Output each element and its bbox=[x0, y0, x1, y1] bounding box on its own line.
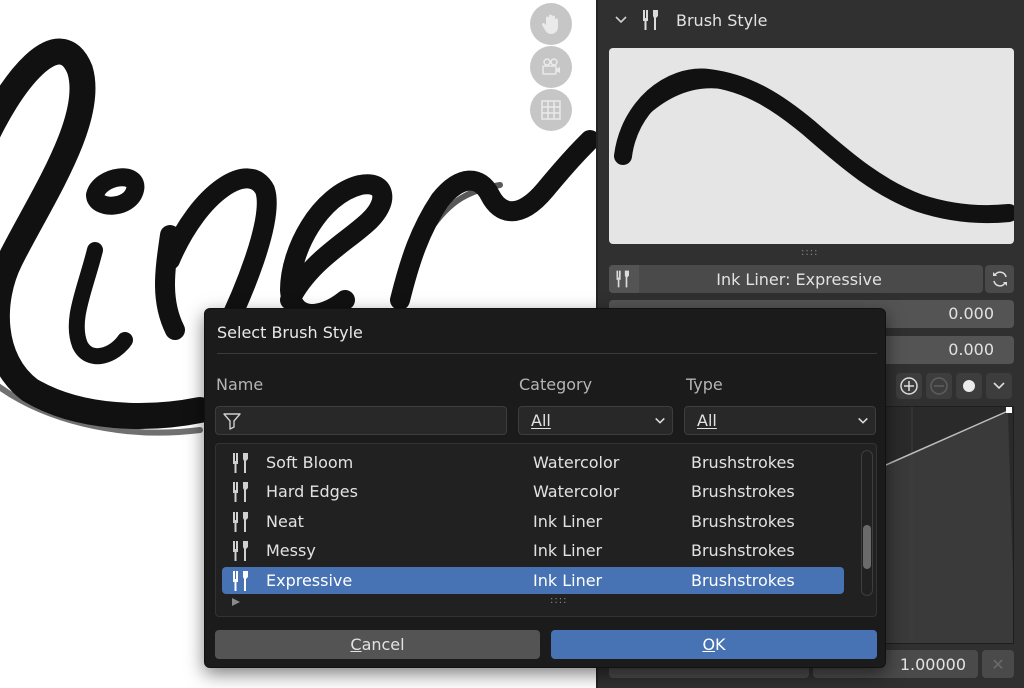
curve-options-dropdown[interactable] bbox=[986, 373, 1012, 399]
dialog-title: Select Brush Style bbox=[217, 323, 363, 342]
chevron-down-icon bbox=[615, 16, 627, 24]
category-filter-value: All bbox=[531, 411, 551, 430]
ok-button-mnemonic: O bbox=[702, 635, 716, 654]
category-filter-dropdown[interactable]: All bbox=[518, 406, 673, 435]
brush-icon bbox=[233, 482, 248, 502]
brush-stroke-preview-image bbox=[614, 68, 1014, 224]
select-brush-style-dialog: Select Brush Style Name Category Type Al… bbox=[204, 308, 886, 668]
list-resize-grip[interactable]: :::: bbox=[550, 595, 567, 606]
list-scrollbar[interactable] bbox=[861, 450, 873, 596]
type-filter-dropdown[interactable]: All bbox=[684, 406, 876, 435]
item-category: Ink Liner bbox=[533, 512, 603, 531]
brush-name-label: Ink Liner: Expressive bbox=[716, 269, 882, 289]
brush-icon bbox=[233, 541, 248, 561]
zoom-out-button[interactable] bbox=[926, 373, 952, 399]
list-expand-triangle-icon[interactable] bbox=[232, 598, 240, 606]
item-type: Brushstrokes bbox=[691, 453, 795, 472]
app-root: Brush Style :::: Ink Liner: Expressive 0… bbox=[0, 0, 1024, 688]
item-category: Ink Liner bbox=[533, 541, 603, 560]
curve-tools bbox=[896, 372, 1012, 400]
hand-icon bbox=[541, 14, 558, 34]
brush-icon bbox=[233, 512, 248, 532]
curve-delete-point-button[interactable]: ✕ bbox=[982, 650, 1014, 678]
item-name: Expressive bbox=[266, 571, 353, 590]
list-item-selected[interactable]: Expressive Ink Liner Brushstrokes bbox=[222, 567, 844, 594]
camera-view-button[interactable] bbox=[530, 46, 572, 88]
filter-icon bbox=[223, 412, 241, 430]
curve-point-button[interactable] bbox=[956, 373, 982, 399]
chevron-down-icon bbox=[993, 382, 1005, 390]
type-filter-value: All bbox=[697, 411, 717, 430]
brush-style-list[interactable]: Soft Bloom Watercolor Brushstrokes Hard … bbox=[215, 443, 877, 617]
zoom-in-button[interactable] bbox=[896, 373, 922, 399]
column-header-name: Name bbox=[216, 375, 264, 394]
zoom-in-icon bbox=[900, 377, 918, 395]
refresh-brush-button[interactable] bbox=[985, 265, 1014, 293]
item-type: Brushstrokes bbox=[691, 482, 795, 501]
item-category: Watercolor bbox=[533, 453, 620, 472]
chevron-down-icon bbox=[655, 417, 665, 424]
cancel-button-mnemonic: C bbox=[350, 635, 362, 654]
grid-view-button[interactable] bbox=[530, 89, 572, 131]
brush-icon bbox=[616, 270, 629, 288]
refresh-icon bbox=[992, 271, 1007, 287]
zoom-out-icon bbox=[930, 377, 948, 395]
brush-type-icon bbox=[609, 265, 639, 293]
item-name: Messy bbox=[266, 541, 316, 560]
dialog-separator bbox=[217, 353, 877, 354]
column-header-type: Type bbox=[686, 375, 723, 394]
brush-icon bbox=[233, 571, 248, 591]
list-item[interactable]: Hard Edges Watercolor Brushstrokes bbox=[222, 478, 844, 505]
list-item[interactable]: Neat Ink Liner Brushstrokes bbox=[222, 508, 844, 535]
cancel-button-label: ancel bbox=[361, 635, 405, 654]
brush-icon bbox=[233, 453, 248, 473]
camera-icon bbox=[542, 58, 560, 75]
brush-selector[interactable]: Ink Liner: Expressive bbox=[609, 265, 983, 293]
cancel-button[interactable]: Cancel bbox=[215, 630, 540, 659]
circle-point-icon bbox=[963, 380, 975, 392]
list-item[interactable]: Messy Ink Liner Brushstrokes bbox=[222, 537, 844, 564]
list-scrollbar-thumb[interactable] bbox=[863, 525, 871, 569]
item-type: Brushstrokes bbox=[691, 571, 795, 590]
pan-view-button[interactable] bbox=[530, 3, 572, 45]
item-category: Watercolor bbox=[533, 482, 620, 501]
preview-resize-grip[interactable]: :::: bbox=[801, 247, 818, 258]
item-type: Brushstrokes bbox=[691, 512, 795, 531]
ok-button-label: K bbox=[715, 635, 726, 654]
ok-button[interactable]: OK bbox=[551, 630, 877, 659]
item-name: Soft Bloom bbox=[266, 453, 354, 472]
list-item[interactable]: Soft Bloom Watercolor Brushstrokes bbox=[222, 449, 844, 476]
grid-icon bbox=[541, 100, 561, 120]
name-filter-input[interactable] bbox=[215, 406, 507, 435]
item-type: Brushstrokes bbox=[691, 541, 795, 560]
column-header-category: Category bbox=[519, 375, 593, 394]
brush-icon bbox=[643, 10, 658, 30]
item-category: Ink Liner bbox=[533, 571, 603, 590]
chevron-down-icon bbox=[858, 417, 868, 424]
item-name: Hard Edges bbox=[266, 482, 358, 501]
panel-title: Brush Style bbox=[676, 10, 768, 30]
brush-style-panel-header[interactable]: Brush Style bbox=[598, 0, 1024, 40]
brush-stroke-preview bbox=[609, 48, 1014, 244]
item-name: Neat bbox=[266, 512, 304, 531]
